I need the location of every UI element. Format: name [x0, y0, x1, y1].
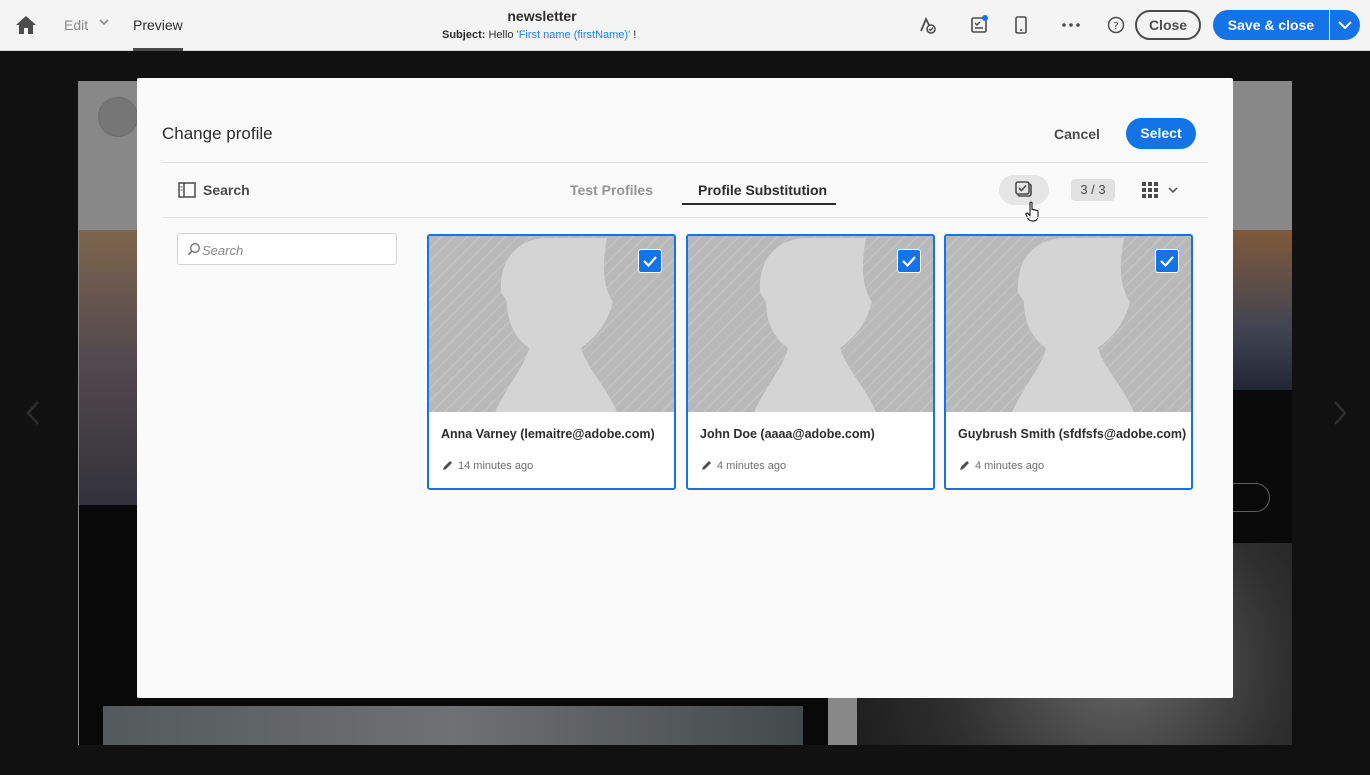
modified-time: 4 minutes ago — [975, 460, 1045, 472]
pencil-icon — [960, 461, 969, 470]
save-close-button[interactable]: Save & close — [1213, 10, 1329, 40]
checkmark-icon — [1160, 256, 1174, 268]
search-icon — [187, 243, 200, 256]
search-field[interactable] — [177, 233, 397, 265]
top-bar: Edit Preview newsletter Subject: Hello '… — [0, 0, 1370, 51]
document-title: newsletter — [507, 8, 577, 24]
chevron-down-icon[interactable] — [1168, 185, 1178, 195]
grid-view-icon[interactable] — [1142, 182, 1158, 198]
divider — [162, 162, 1208, 163]
pencil-icon — [443, 461, 452, 470]
selected-checkbox[interactable] — [1155, 249, 1179, 273]
more-icon[interactable] — [1061, 15, 1081, 35]
preview-tab[interactable]: Preview — [133, 17, 183, 33]
divider — [162, 217, 1208, 218]
search-rail-toggle[interactable]: Search — [203, 182, 250, 198]
subject-text: Hello — [488, 29, 517, 41]
subject-label: Subject: — [442, 29, 486, 41]
profile-name: Anna Varney (lemaitre@adobe.com) — [441, 427, 655, 441]
profile-name: John Doe (aaaa@adobe.com) — [700, 427, 875, 441]
rail-toggle-icon[interactable] — [178, 182, 196, 198]
selection-count-badge: 3 / 3 — [1071, 179, 1115, 201]
search-input[interactable] — [202, 240, 382, 260]
profile-card[interactable]: Guybrush Smith (sfdfsfs@adobe.com) 4 min… — [944, 234, 1193, 490]
profile-card[interactable]: Anna Varney (lemaitre@adobe.com) 14 minu… — [427, 234, 676, 490]
select-all-button[interactable] — [999, 175, 1049, 205]
checkmark-icon — [643, 256, 657, 268]
change-profile-dialog: Change profile Cancel Select Search Test… — [137, 78, 1233, 698]
modified-time: 4 minutes ago — [717, 460, 787, 472]
profile-name: Guybrush Smith (sfdfsfs@adobe.com) — [958, 427, 1187, 441]
mobile-preview-icon[interactable] — [1011, 15, 1031, 35]
home-icon[interactable] — [14, 14, 38, 36]
help-icon[interactable]: ? — [1106, 15, 1126, 35]
profile-card[interactable]: John Doe (aaaa@adobe.com) 4 minutes ago — [686, 234, 935, 490]
dialog-title: Change profile — [162, 124, 273, 143]
svg-text:?: ? — [1113, 21, 1118, 32]
checkmark-icon — [902, 256, 916, 268]
select-button[interactable]: Select — [1126, 118, 1196, 149]
select-all-icon — [1015, 181, 1032, 197]
close-button[interactable]: Close — [1135, 10, 1201, 40]
tab-test-profiles[interactable]: Test Profiles — [570, 182, 653, 198]
design-check-icon[interactable] — [917, 15, 937, 35]
cancel-button[interactable]: Cancel — [1045, 119, 1109, 149]
modified-time: 14 minutes ago — [458, 460, 534, 472]
tab-profile-substitution[interactable]: Profile Substitution — [698, 182, 827, 198]
selected-checkbox[interactable] — [897, 249, 921, 273]
pencil-icon — [702, 461, 711, 470]
hand-cursor-icon — [1025, 201, 1039, 222]
active-tab-indicator — [682, 203, 836, 205]
subject-suffix: ! — [630, 29, 637, 41]
subject-line: Subject: Hello 'First name (firstName)' … — [442, 29, 636, 41]
chevron-down-icon[interactable] — [98, 16, 110, 28]
edit-menu[interactable]: Edit — [64, 17, 88, 33]
checklist-icon[interactable] — [969, 15, 989, 35]
save-options-button[interactable] — [1330, 10, 1360, 40]
personalization-token: 'First name (firstName)' — [516, 29, 631, 41]
selected-checkbox[interactable] — [638, 249, 662, 273]
chevron-down-icon — [1338, 21, 1352, 30]
